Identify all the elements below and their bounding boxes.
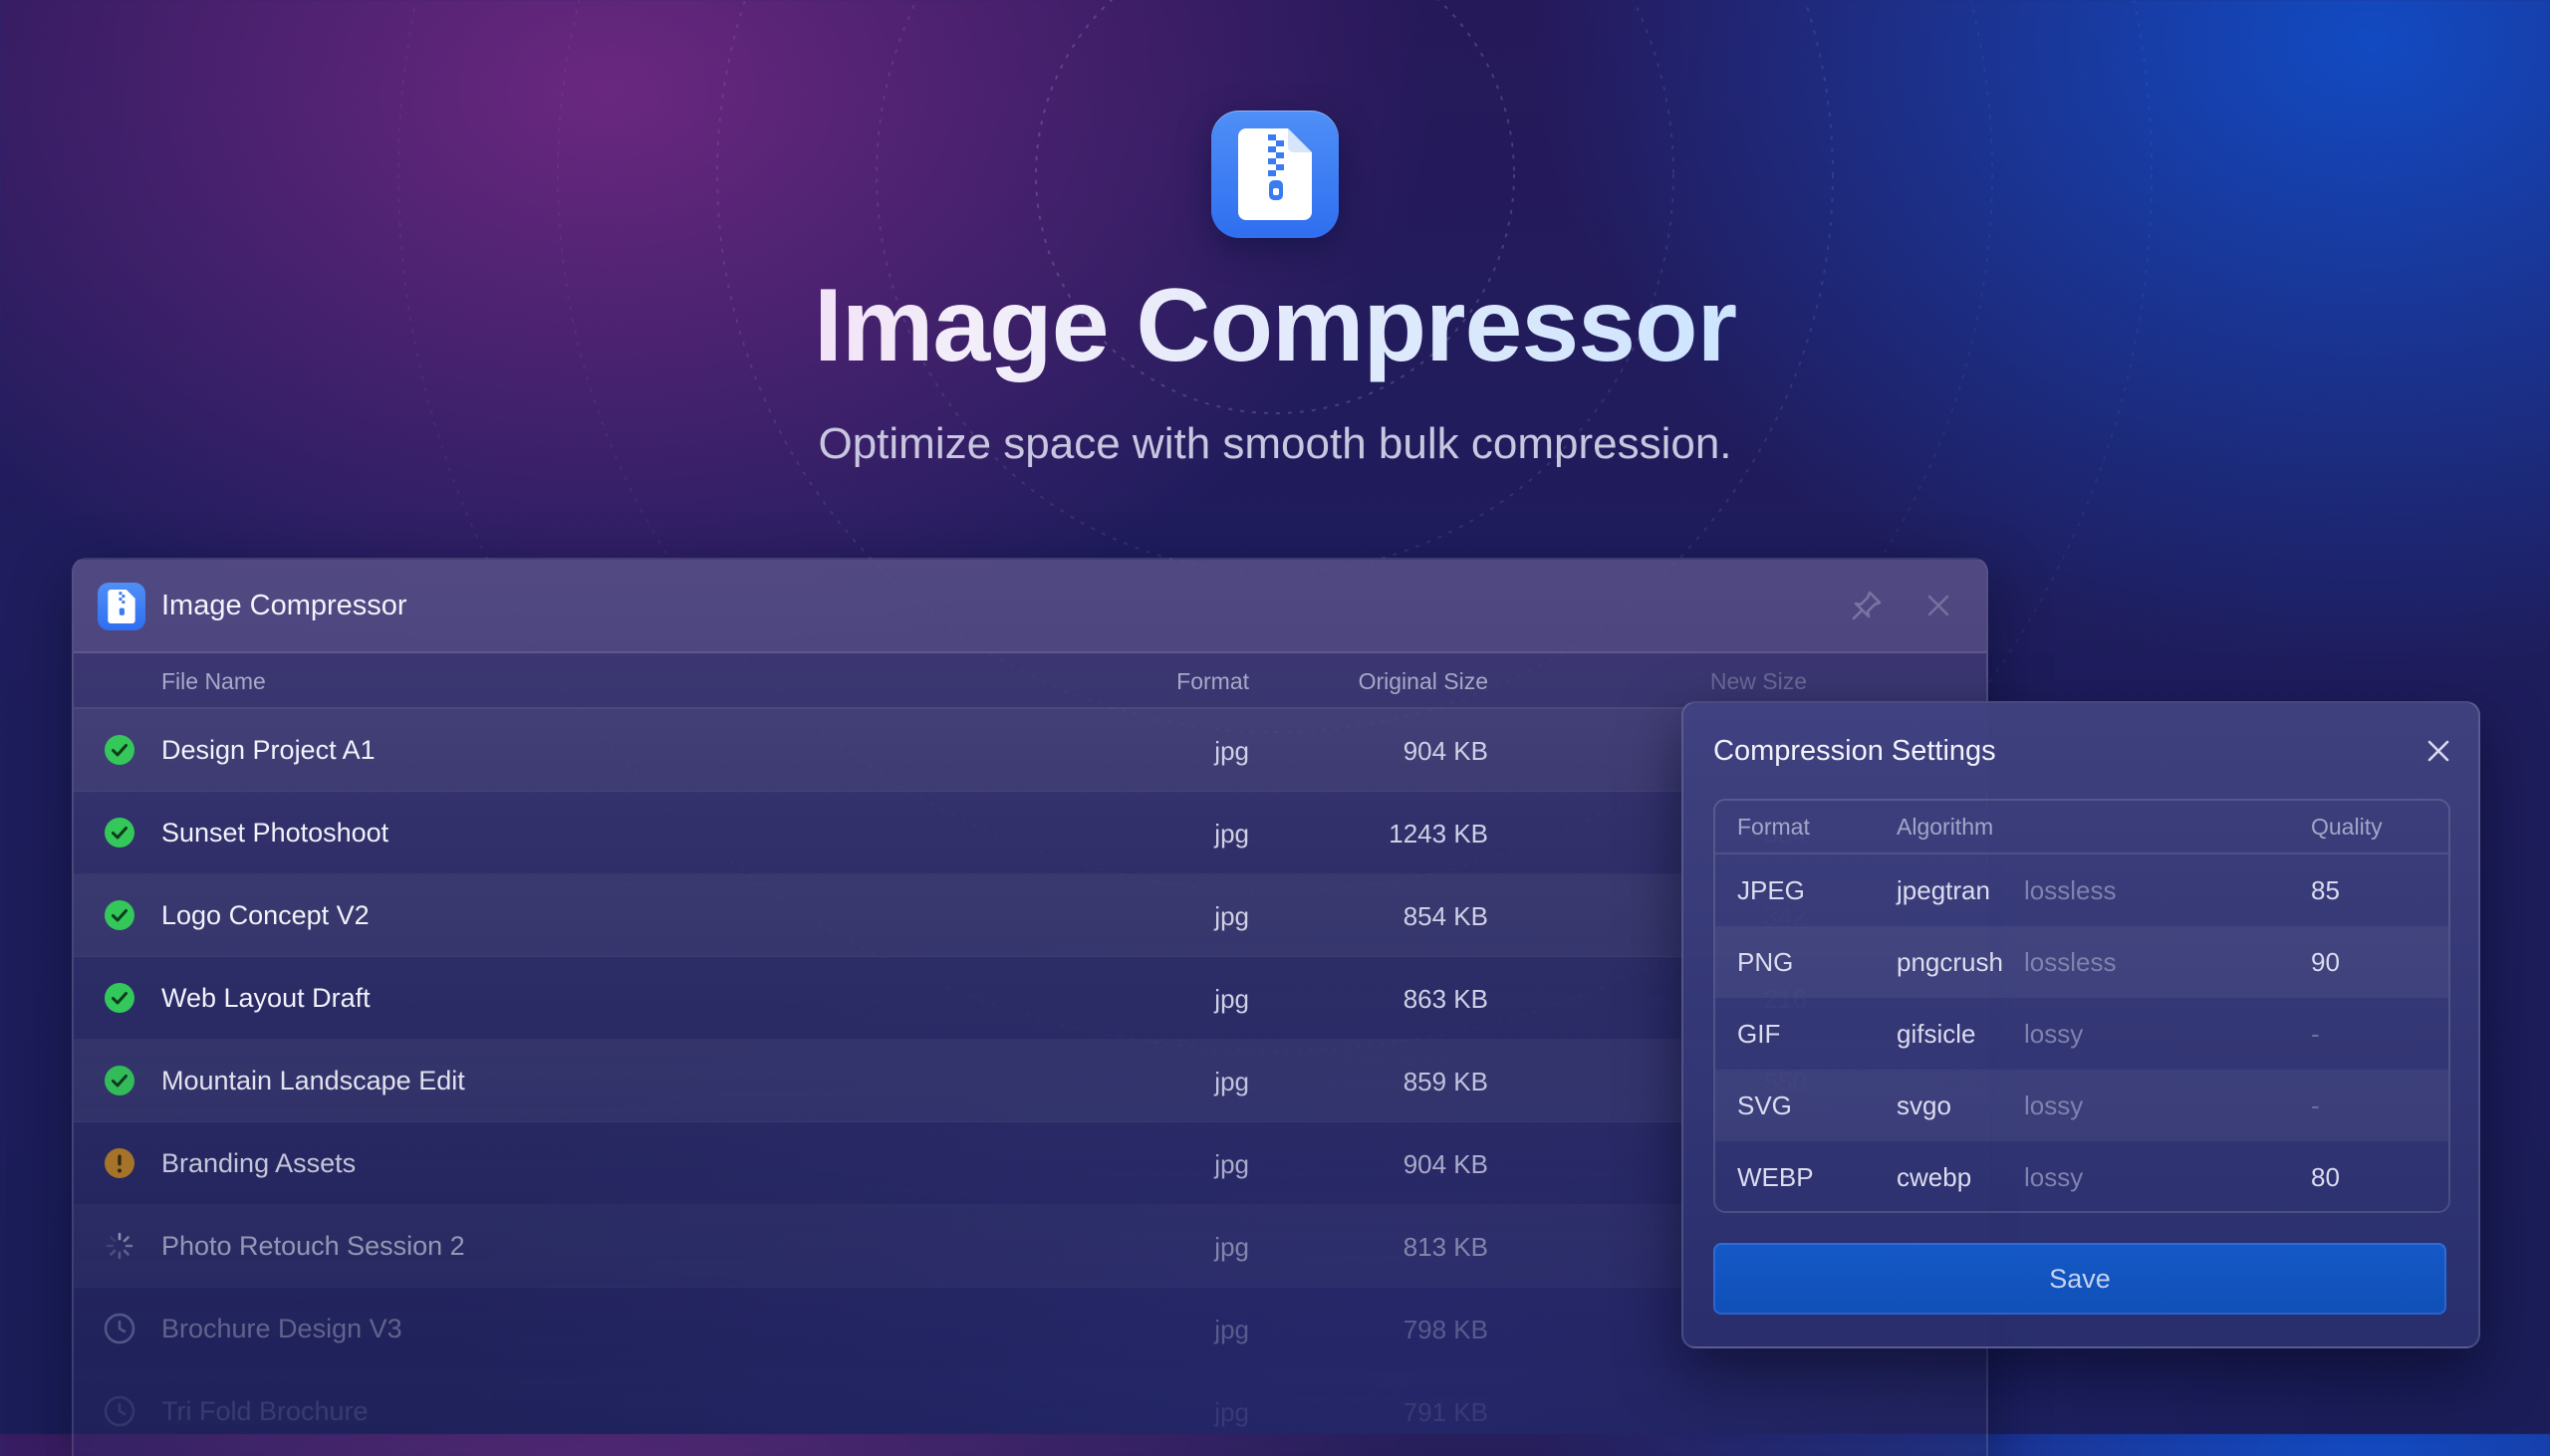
file-original-size: 863 KB	[1402, 984, 1488, 1014]
clock-icon	[104, 1313, 135, 1344]
file-name: Branding Assets	[161, 1148, 357, 1178]
compression-type: lossy	[2024, 1162, 2084, 1192]
file-original-size: 1243 KB	[1389, 819, 1488, 849]
quality-value[interactable]: 90	[2311, 945, 2340, 979]
window-title: Image Compressor	[161, 590, 407, 621]
format-label: WEBP	[1737, 1162, 1814, 1192]
column-header-format[interactable]: Format	[1070, 667, 1249, 695]
file-format: jpg	[1214, 736, 1249, 766]
file-original-size: 813 KB	[1402, 1232, 1488, 1262]
file-name: Logo Concept V2	[161, 900, 370, 930]
algorithm-select[interactable]: svgo	[1897, 1089, 1951, 1122]
algorithm-select[interactable]: pngcrush	[1897, 945, 2003, 979]
file-original-size: 798 KB	[1402, 1315, 1488, 1344]
column-header-original-size[interactable]: Original Size	[1269, 667, 1488, 695]
algorithm-select[interactable]: cwebp	[1897, 1160, 1971, 1194]
file-format: jpg	[1214, 1149, 1249, 1179]
compression-type: lossless	[2024, 875, 2117, 905]
close-icon[interactable]	[2421, 733, 2456, 769]
format-label: SVG	[1737, 1091, 1792, 1120]
algorithm-select[interactable]: jpegtran	[1897, 873, 1990, 907]
quality-value[interactable]: 80	[2311, 1160, 2340, 1194]
settings-row-jpeg[interactable]: JPEG jpegtran lossless 85	[1715, 854, 2448, 926]
quality-value: -	[2311, 1019, 2320, 1049]
check-circle-icon	[105, 983, 134, 1013]
quality-value[interactable]: 85	[2311, 873, 2340, 907]
zip-file-icon	[108, 590, 135, 623]
settings-row-png[interactable]: PNG pngcrush lossless 90	[1715, 926, 2448, 998]
check-circle-icon	[105, 1066, 134, 1095]
compression-type: lossy	[2024, 1091, 2084, 1120]
column-header-algorithm: Algorithm	[1897, 814, 1994, 840]
settings-row-svg[interactable]: SVG svgo lossy -	[1715, 1070, 2448, 1141]
column-header-file-name[interactable]: File Name	[161, 667, 266, 695]
file-name: Design Project A1	[161, 735, 376, 765]
file-format: jpg	[1214, 901, 1249, 931]
file-original-size: 791 KB	[1402, 1397, 1488, 1427]
file-original-size: 904 KB	[1402, 1149, 1488, 1179]
check-circle-icon	[105, 735, 134, 765]
algorithm-select[interactable]: gifsicle	[1897, 1017, 1975, 1051]
table-row[interactable]: Tri Fold Brochure jpg 791 KB	[74, 1370, 1986, 1453]
column-header-format: Format	[1737, 814, 1810, 840]
pin-icon[interactable]	[1847, 586, 1887, 625]
settings-table: Format Algorithm Quality JPEG jpegtran l…	[1713, 799, 2450, 1213]
zip-file-icon	[1238, 128, 1312, 220]
file-name: Web Layout Draft	[161, 983, 371, 1013]
hero-title: Image Compressor	[0, 261, 2550, 390]
dialog-title: Compression Settings	[1713, 735, 1996, 767]
check-circle-icon	[105, 818, 134, 848]
settings-table-header: Format Algorithm Quality	[1715, 801, 2448, 854]
warning-circle-icon	[105, 1148, 134, 1178]
app-logo	[1211, 111, 1339, 238]
hero-subtitle: Optimize space with smooth bulk compress…	[818, 419, 1732, 468]
spinner-icon	[106, 1232, 133, 1260]
close-icon[interactable]	[1918, 586, 1958, 625]
window-titlebar: Image Compressor	[74, 560, 1986, 653]
format-label: JPEG	[1737, 875, 1805, 905]
file-name: Sunset Photoshoot	[161, 818, 389, 848]
file-format: jpg	[1214, 1397, 1249, 1427]
file-format: jpg	[1214, 1315, 1249, 1344]
app-icon-small	[98, 583, 145, 630]
file-format: jpg	[1214, 1067, 1249, 1096]
file-name: Photo Retouch Session 2	[161, 1231, 465, 1261]
compression-type: lossless	[2024, 947, 2117, 977]
file-format: jpg	[1214, 819, 1249, 849]
compression-type: lossy	[2024, 1019, 2084, 1049]
file-name: Brochure Design V3	[161, 1314, 402, 1343]
file-name: Mountain Landscape Edit	[161, 1066, 465, 1095]
column-header-quality: Quality	[2311, 814, 2383, 840]
file-format: jpg	[1214, 984, 1249, 1014]
clock-icon	[104, 1395, 135, 1427]
file-format: jpg	[1214, 1232, 1249, 1262]
file-original-size: 904 KB	[1402, 736, 1488, 766]
settings-row-webp[interactable]: WEBP cwebp lossy 80	[1715, 1141, 2448, 1211]
file-original-size: 854 KB	[1402, 901, 1488, 931]
file-original-size: 859 KB	[1402, 1067, 1488, 1096]
quality-value: -	[2311, 1091, 2320, 1120]
check-circle-icon	[105, 900, 134, 930]
save-button[interactable]: Save	[1713, 1243, 2446, 1315]
format-label: GIF	[1737, 1019, 1781, 1049]
file-name: Tri Fold Brochure	[161, 1396, 369, 1426]
column-header-new-size[interactable]: New Size	[1548, 667, 1807, 695]
format-label: PNG	[1737, 947, 1794, 977]
settings-row-gif[interactable]: GIF gifsicle lossy -	[1715, 998, 2448, 1070]
compression-settings-dialog: Compression Settings Format Algorithm Qu…	[1681, 701, 2480, 1348]
